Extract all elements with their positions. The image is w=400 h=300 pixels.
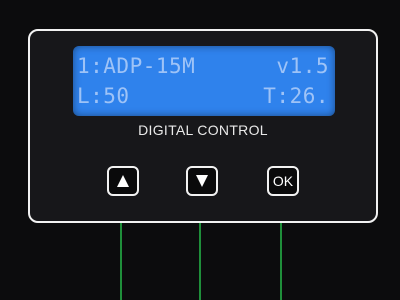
- lcd-line-2: L:50 T:26.: [73, 82, 335, 110]
- lcd-temperature: T:26.: [263, 84, 329, 108]
- lcd-model: 1:ADP-15M: [77, 54, 196, 78]
- ok-button-label: OK: [272, 173, 294, 189]
- lcd-display: 1:ADP-15M v1.5 L:50 T:26.: [73, 46, 335, 116]
- lcd-line-1: 1:ADP-15M v1.5: [73, 52, 335, 80]
- ok-button[interactable]: OK: [267, 166, 299, 196]
- lcd-version: v1.5: [276, 54, 329, 78]
- up-arrow-icon: [117, 175, 129, 187]
- up-button[interactable]: [107, 166, 139, 196]
- lcd-level: L:50: [77, 84, 130, 108]
- panel-caption: DIGITAL CONTROL: [138, 122, 268, 138]
- control-panel: 1:ADP-15M v1.5 L:50 T:26. DIGITAL CONTRO…: [28, 29, 378, 223]
- down-button[interactable]: [186, 166, 218, 196]
- down-arrow-icon: [196, 175, 208, 187]
